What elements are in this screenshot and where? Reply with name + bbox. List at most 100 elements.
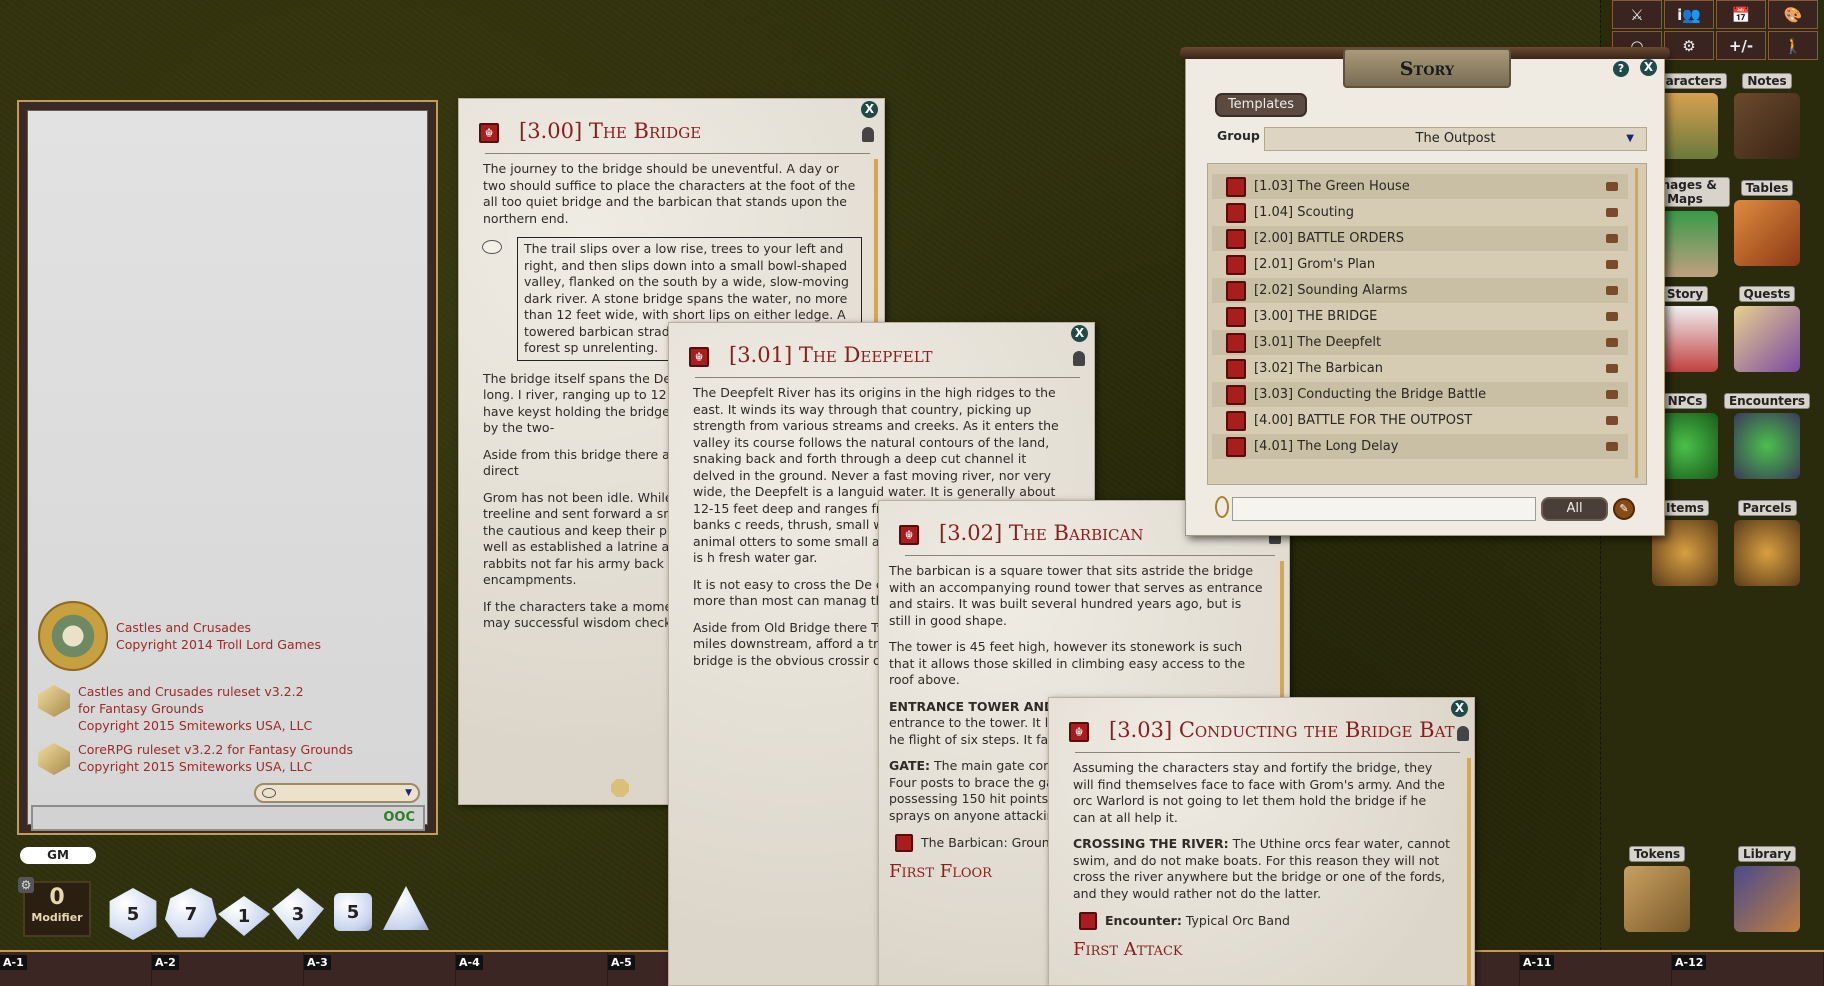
speech-bubble-icon bbox=[262, 788, 276, 798]
troll-lord-logo-icon bbox=[38, 601, 108, 671]
gear-icon: ⚙ bbox=[1682, 36, 1696, 55]
list-item[interactable]: [3.01] The Deepfelt bbox=[1212, 330, 1628, 355]
story-list[interactable]: [1.03] The Green House [1.04] Scouting [… bbox=[1207, 163, 1647, 485]
divider bbox=[1075, 752, 1460, 753]
book-icon[interactable] bbox=[1606, 208, 1618, 217]
chat-log[interactable]: Castles and Crusades Copyright 2014 Trol… bbox=[27, 110, 428, 831]
window-title: [3.02] The Barbican bbox=[939, 521, 1144, 545]
story-link-icon[interactable]: ☬ bbox=[479, 123, 499, 143]
list-item[interactable]: [4.01] The Long Delay bbox=[1212, 434, 1628, 459]
lock-icon[interactable] bbox=[1073, 351, 1085, 366]
party-sheet-button[interactable]: i👥 bbox=[1664, 0, 1714, 29]
list-item[interactable]: [1.03] The Green House bbox=[1212, 174, 1628, 199]
modifier-gear-icon[interactable]: ⚙ bbox=[18, 877, 34, 893]
calendar-icon: 📅 bbox=[1731, 5, 1751, 24]
book-icon[interactable] bbox=[1606, 390, 1618, 399]
sidebar-library-button[interactable]: Library bbox=[1722, 843, 1812, 932]
hotkey-slot[interactable]: A-11 bbox=[1520, 952, 1672, 986]
d6-die[interactable]: 5 bbox=[334, 893, 372, 931]
hotkey-slot[interactable]: A-3 bbox=[304, 952, 456, 986]
close-button[interactable]: X bbox=[861, 101, 878, 118]
d8-die[interactable]: 3 bbox=[272, 888, 324, 940]
lock-icon[interactable] bbox=[1457, 726, 1469, 741]
list-item[interactable]: [2.00] BATTLE ORDERS bbox=[1212, 226, 1628, 251]
previous-page-button[interactable] bbox=[611, 779, 629, 797]
list-item[interactable]: [3.02] The Barbican bbox=[1212, 356, 1628, 381]
book-icon[interactable] bbox=[1606, 416, 1618, 425]
hotkey-slot[interactable]: A-1 bbox=[0, 952, 152, 986]
story-link-icon[interactable]: ☬ bbox=[899, 525, 919, 545]
modifiers-button[interactable]: +/- bbox=[1716, 31, 1766, 60]
book-icon[interactable] bbox=[1606, 234, 1618, 243]
options-button[interactable]: ⚙ bbox=[1664, 31, 1714, 60]
book-icon[interactable] bbox=[1606, 338, 1618, 347]
hotkey-slot[interactable]: A-2 bbox=[152, 952, 304, 986]
list-item[interactable]: [3.00] THE BRIDGE bbox=[1212, 304, 1628, 329]
ooc-toggle[interactable]: OOC bbox=[383, 810, 415, 825]
hotkey-slot[interactable]: A-4 bbox=[456, 952, 608, 986]
d4-die[interactable] bbox=[383, 886, 429, 930]
list-item[interactable]: [4.00] BATTLE FOR THE OUTPOST bbox=[1212, 408, 1628, 433]
lock-icon[interactable] bbox=[862, 127, 874, 142]
window-title: [3.01] The Deepfelt bbox=[729, 343, 933, 367]
colors-button[interactable]: 🎨 bbox=[1768, 0, 1818, 29]
scrollbar[interactable] bbox=[1467, 758, 1471, 985]
divider bbox=[905, 555, 1275, 556]
story-icon bbox=[1226, 176, 1246, 197]
sidebar-encounters-button[interactable]: Encounters bbox=[1722, 390, 1812, 479]
party-sheet-icon: i👥 bbox=[1677, 5, 1701, 24]
sidebar-tokens-button[interactable]: Tokens bbox=[1612, 843, 1702, 932]
list-item[interactable]: [3.03] Conducting the Bridge Battle bbox=[1212, 382, 1628, 407]
list-item[interactable]: [2.01] Grom's Plan bbox=[1212, 252, 1628, 277]
book-icon[interactable] bbox=[1606, 364, 1618, 373]
book-icon[interactable] bbox=[1606, 260, 1618, 269]
d12-die[interactable]: 7 bbox=[165, 888, 217, 938]
filter-all-button[interactable]: All bbox=[1541, 497, 1608, 521]
story-search-input[interactable] bbox=[1232, 497, 1536, 521]
story-icon bbox=[1226, 410, 1246, 431]
templates-button[interactable]: Templates bbox=[1215, 93, 1307, 117]
library-icon bbox=[1734, 866, 1800, 932]
close-button[interactable]: X bbox=[1451, 700, 1468, 717]
book-icon[interactable] bbox=[1606, 442, 1618, 451]
encounter-link[interactable]: Encounter: Typical Orc Band bbox=[1079, 912, 1452, 930]
encounter-link-icon bbox=[1079, 912, 1097, 930]
d10-die[interactable]: 1 bbox=[218, 896, 270, 936]
book-icon[interactable] bbox=[1606, 286, 1618, 295]
story-link-icon[interactable]: ☬ bbox=[1069, 722, 1089, 742]
chat-input[interactable]: OOC bbox=[31, 805, 425, 831]
list-item[interactable]: [1.04] Scouting bbox=[1212, 200, 1628, 225]
story-link-icon[interactable]: ☬ bbox=[689, 347, 709, 367]
colors-icon: 🎨 bbox=[1783, 5, 1803, 24]
sidebar-tables-button[interactable]: Tables bbox=[1722, 177, 1812, 266]
sidebar-parcels-button[interactable]: Parcels bbox=[1722, 497, 1812, 586]
close-button[interactable]: X bbox=[1640, 59, 1657, 76]
parcels-icon bbox=[1734, 520, 1800, 586]
help-button[interactable]: ? bbox=[1613, 61, 1629, 77]
list-item[interactable]: [2.02] Sounding Alarms bbox=[1212, 278, 1628, 303]
credit-cc-ruleset: Castles and Crusades ruleset v3.2.2 for … bbox=[38, 683, 312, 734]
section-heading: First Attack bbox=[1073, 939, 1183, 960]
scrollbar[interactable] bbox=[1635, 168, 1638, 478]
group-dropdown[interactable]: The Outpost ▼ bbox=[1264, 127, 1647, 151]
chat-mode-dropdown[interactable]: ▼ bbox=[254, 783, 420, 803]
book-icon[interactable] bbox=[1606, 312, 1618, 321]
tokens-icon bbox=[1624, 866, 1690, 932]
identity-label[interactable]: GM bbox=[20, 847, 96, 864]
combat-tracker-button[interactable]: ⚔ bbox=[1612, 0, 1662, 29]
combat-tracker-icon: ⚔ bbox=[1630, 5, 1644, 24]
hotkey-slot[interactable]: A-12 bbox=[1672, 952, 1824, 986]
sidebar-quests-button[interactable]: Quests bbox=[1722, 283, 1812, 372]
sidebar-notes-button[interactable]: Notes bbox=[1722, 70, 1812, 159]
story-icon bbox=[1226, 254, 1246, 275]
edit-icon[interactable]: ✎ bbox=[1613, 498, 1635, 520]
story-window-bridge-battle[interactable]: ☬ [3.03] Conducting the Bridge Bat X Ass… bbox=[1048, 697, 1475, 986]
d20-die[interactable]: 5 bbox=[109, 888, 157, 940]
calendar-button[interactable]: 📅 bbox=[1716, 0, 1766, 29]
story-icon bbox=[1226, 280, 1246, 301]
effects-button[interactable]: 🚶 bbox=[1768, 31, 1818, 60]
book-icon[interactable] bbox=[1606, 182, 1618, 191]
close-button[interactable]: X bbox=[1071, 325, 1088, 342]
credit-corerpg: CoreRPG ruleset v3.2.2 for Fantasy Groun… bbox=[38, 741, 353, 775]
speech-bubble-icon[interactable] bbox=[482, 240, 502, 254]
